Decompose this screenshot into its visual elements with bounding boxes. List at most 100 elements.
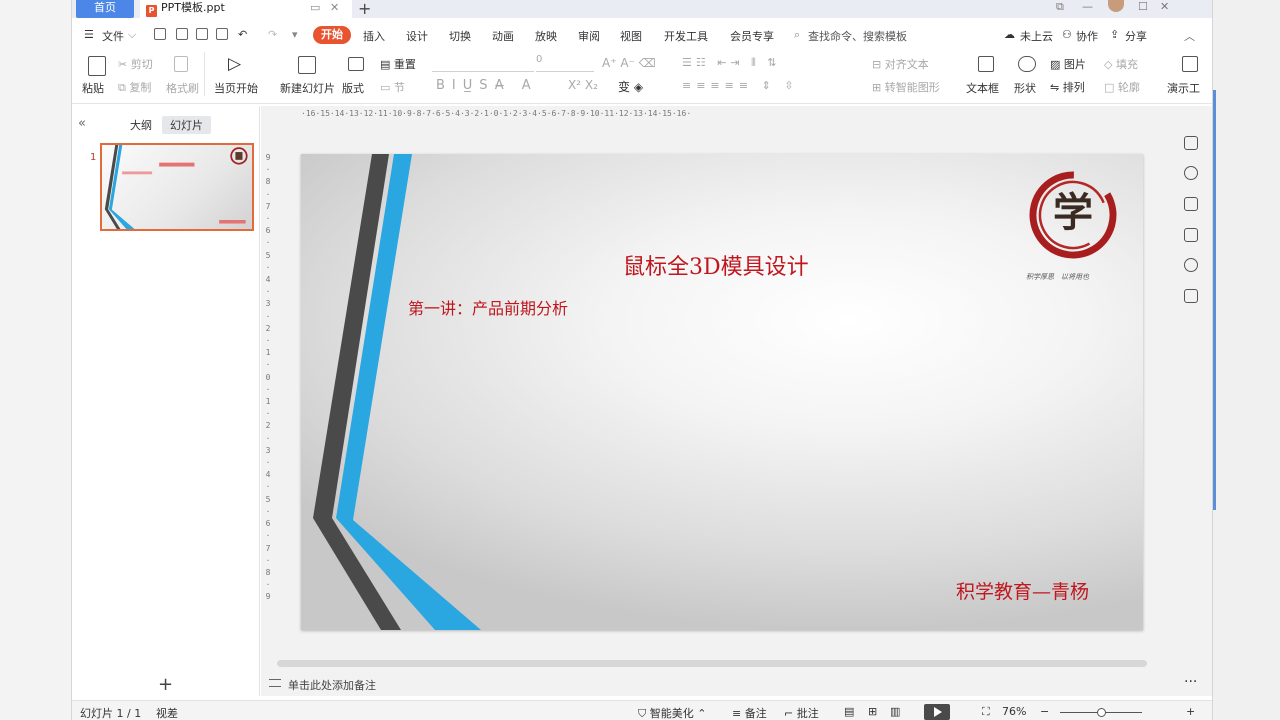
layout-button[interactable]: 版式 [342,80,364,96]
properties-icon[interactable] [1184,136,1198,150]
new-tab-button[interactable]: + [358,0,371,18]
cloud-status[interactable]: 未上云 [1020,28,1053,44]
paste-icon[interactable] [88,56,106,76]
save-icon[interactable] [154,28,166,40]
font-size-controls-icon[interactable]: A⁺ A⁻ ⌫ [602,56,656,70]
super-sub-script-icon[interactable]: X² X₂ [568,78,598,92]
paste-button[interactable]: 粘贴 [82,80,104,96]
collab-button[interactable]: 协作 [1076,28,1098,44]
collapse-ribbon-icon[interactable]: ︿ [1184,28,1195,44]
menu-review[interactable]: 审阅 [578,28,600,44]
reading-mode-icon[interactable] [1184,289,1198,303]
close-tab-icon[interactable]: ✕ [330,0,339,16]
play-from-current-icon[interactable]: ▷ [228,54,241,74]
format-painter-button[interactable]: 格式刷 [166,80,199,96]
close-window-icon[interactable]: ✕ [1160,0,1169,13]
menu-file[interactable]: 文件 [102,28,124,44]
play-slideshow-button[interactable] [924,704,950,720]
presentation-tools-button[interactable]: 演示工 [1167,80,1200,96]
user-avatar[interactable] [1108,0,1124,12]
tab-home[interactable]: 首页 [76,0,134,18]
fill-button[interactable]: ◇ 填充 [1104,56,1138,72]
collapse-panel-icon[interactable]: « [78,116,86,131]
zoom-level[interactable]: 76% [1002,705,1026,718]
list-controls-icon[interactable]: ☰☷ ⇤⇥ ⫴ ⇅ [682,56,780,70]
comments-button[interactable]: ⌐ 批注 [784,705,819,720]
horizontal-scrollbar[interactable] [277,660,1147,667]
minimize-icon[interactable]: — [1082,0,1093,13]
redo-icon[interactable]: ↷ [268,28,277,41]
normal-view-icon[interactable]: ▤ [844,705,854,718]
zoom-in-button[interactable]: + [1186,705,1195,718]
tile-windows-icon[interactable]: ⧉ [1056,0,1064,14]
new-slide-button[interactable]: 新建幻灯片 [280,80,335,96]
menu-developer[interactable]: 开发工具 [664,28,708,44]
menu-view[interactable]: 视图 [620,28,642,44]
share-button[interactable]: 分享 [1125,28,1147,44]
notes-pane[interactable]: 单击此处添加备注 [261,672,1212,696]
slide[interactable]: 学 积学厚思 以将用也 鼠标全3D模具设计 第一讲：产品前期分析 积学教育—青杨 [301,154,1143,630]
tab-document[interactable]: P PPT模板.ppt ▭ ✕ [140,0,352,18]
smart-beautify-button[interactable]: ⛉ 智能美化 ⌃ [638,705,706,720]
tab-slides[interactable]: 幻灯片 [162,116,211,134]
format-painter-icon[interactable] [174,56,188,72]
menu-slideshow[interactable]: 放映 [535,28,557,44]
picture-button[interactable]: ▨ 图片 [1050,56,1086,72]
smartart-button[interactable]: ⊞ 转智能图形 [872,79,940,95]
menu-animations[interactable]: 动画 [492,28,514,44]
arrange-button[interactable]: ⇋ 排列 [1050,79,1085,95]
slide-title[interactable]: 鼠标全3D模具设计 [623,249,809,281]
quick-access-dropdown-icon[interactable]: ▾ [292,28,298,41]
transition-icon[interactable] [1184,197,1198,211]
copy-button[interactable]: ⧉ 复制 [118,79,151,95]
backup-icon[interactable] [1184,228,1198,242]
align-text-button[interactable]: ⊟ 对齐文本 [872,56,929,72]
print-icon[interactable] [196,28,208,40]
new-slide-icon[interactable] [298,56,316,74]
maximize-icon[interactable]: ☐ [1138,0,1148,13]
add-slide-button[interactable]: + [158,674,173,695]
slide-subtitle[interactable]: 第一讲：产品前期分析 [408,295,568,319]
textbox-icon[interactable] [978,56,994,72]
zoom-slider-knob[interactable] [1097,708,1106,717]
presentation-tools-icon[interactable] [1182,56,1198,72]
font-name-dropdown[interactable] [432,54,534,72]
section-button[interactable]: ▭ 节 [380,79,405,95]
sorter-view-icon[interactable]: ⊞ [868,705,877,718]
outline-button[interactable]: □ 轮廓 [1104,79,1140,95]
shape-icon[interactable] [1018,56,1036,72]
slide-thumbnail[interactable] [100,143,254,231]
reset-button[interactable]: ▤ 重置 [380,56,416,72]
text-effects-icon[interactable]: 变 ◈ [618,78,643,95]
menu-insert[interactable]: 插入 [363,28,385,44]
layout-icon[interactable] [348,57,364,71]
fit-window-icon[interactable]: ⛶ [982,705,990,719]
menu-design[interactable]: 设计 [406,28,428,44]
window-restore-icon[interactable]: ▭ [310,0,320,16]
reading-view-icon[interactable]: ▥ [890,705,900,718]
theme-name[interactable]: 视差 [156,705,178,720]
undo-icon[interactable]: ↶ [238,28,247,41]
font-style-controls[interactable]: BIU̲SA̶ A [436,78,538,93]
chevron-down-icon[interactable]: ⌵ [128,28,136,42]
menu-transitions[interactable]: 切换 [449,28,471,44]
notes-placeholder[interactable]: 单击此处添加备注 [288,677,376,693]
slide-footer-text[interactable]: 积学教育—青杨 [956,577,1089,604]
cut-button[interactable]: ✂ 剪切 [118,56,153,72]
font-size-dropdown[interactable]: 0 [536,54,594,72]
menu-member[interactable]: 会员专享 [730,28,774,44]
menu-home[interactable]: 开始 [313,26,351,44]
shape-button[interactable]: 形状 [1014,80,1036,96]
export-pdf-icon[interactable] [176,28,188,40]
align-controls-icon[interactable]: ≡≡≡≡≡ ⇕ ⇳ [682,79,799,92]
tab-outline[interactable]: 大纲 [122,116,160,134]
command-search[interactable]: 查找命令、搜索模板 [808,28,907,44]
start-from-current-button[interactable]: 当页开始 [214,80,258,96]
location-icon[interactable] [1184,258,1198,272]
notes-toggle-button[interactable]: ≡ 备注 [732,705,767,720]
hamburger-icon[interactable]: ☰ [84,28,94,41]
textbox-button[interactable]: 文本框 [966,80,999,96]
print-preview-icon[interactable] [216,28,228,40]
zoom-out-button[interactable]: − [1040,705,1049,718]
more-options-icon[interactable]: ··· [1184,674,1197,690]
